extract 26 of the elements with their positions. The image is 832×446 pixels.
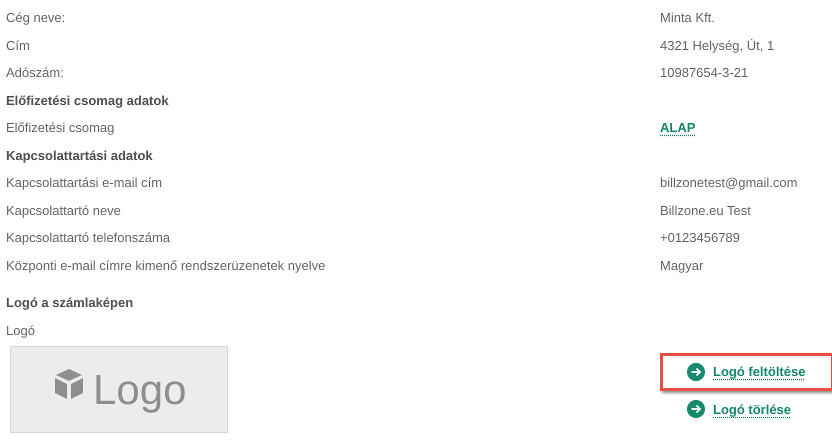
arrow-right-icon: [687, 400, 705, 418]
field-value: Magyar: [660, 256, 704, 275]
field-label: Központi e-mail címre kimenő rendszerüzenetek nyelve: [6, 258, 326, 272]
field-value: billzonetest@gmail.com: [660, 174, 798, 192]
field-value: Billzone.eu Test: [660, 202, 751, 220]
arrow-right-icon: [687, 362, 705, 381]
field-label: Cég neve:: [6, 10, 66, 25]
action-link[interactable]: Logó törlése: [660, 396, 832, 428]
field-label: Előfizetési csomag: [6, 120, 114, 135]
field-value: +0123456789: [660, 229, 740, 247]
package-link[interactable]: ALAP: [660, 118, 696, 138]
logo-placeholder-text: Logo: [93, 366, 186, 413]
action-link[interactable]: Logó feltöltése: [660, 353, 832, 390]
field-value: 4321 Helység, Út, 1: [660, 36, 774, 55]
section-heading: Kapcsolattartási adatok: [6, 146, 153, 165]
section-heading: Logó a számlaképen: [6, 294, 134, 312]
field-value: Minta Kft.: [660, 9, 715, 27]
field-label: Kapcsolattartó telefonszáma: [6, 230, 170, 245]
field-value: 10987654-3-21: [660, 64, 748, 82]
section-heading: Előfizetési csomag adatok: [6, 92, 169, 110]
field-label: Adószám:: [6, 65, 64, 80]
field-label: Logó: [6, 322, 35, 340]
field-label: Kapcsolattartási e-mail cím: [6, 175, 162, 190]
field-label: Cím: [6, 38, 30, 52]
cube-icon: [55, 369, 83, 399]
field-label: Kapcsolattartó neve: [6, 202, 121, 218]
